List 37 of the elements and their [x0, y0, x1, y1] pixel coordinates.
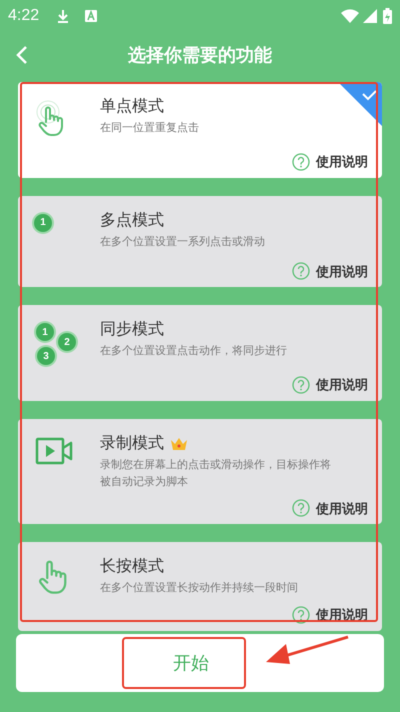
mode-title: 录制模式: [100, 434, 164, 454]
signal-icon: [363, 9, 377, 23]
mode-card[interactable]: 录制模式 录制您在屏幕上的点击或滑动操作，目标操作将被自动记录为脚本 使用说明: [18, 418, 382, 524]
mode-description: 在同一位置重复点击: [100, 120, 200, 136]
video-camera-icon: [35, 436, 73, 464]
battery-icon: [383, 8, 392, 24]
mode-description: 在多个位置设置点击动作，将同步进行: [100, 344, 288, 359]
mode-description: 在多个位置设置一系列点击或滑动: [100, 234, 266, 250]
mode-description: 在多个位置设置长按动作并持续一段时间: [100, 580, 299, 596]
wifi-icon: [341, 9, 359, 23]
app-notification-icon: [85, 10, 98, 22]
help-icon[interactable]: [292, 606, 310, 624]
back-icon[interactable]: [16, 45, 28, 65]
help-link[interactable]: 使用说明: [316, 262, 368, 281]
mode-card[interactable]: 1 2 3 同步模式 在多个位置设置点击动作，将同步进行 使用说明: [18, 305, 382, 400]
mode-title: 单点模式: [100, 96, 164, 117]
number-marker: 3: [37, 347, 55, 365]
help-link[interactable]: 使用说明: [316, 375, 368, 394]
mode-title: 多点模式: [100, 210, 164, 230]
mode-title: 长按模式: [100, 556, 164, 577]
mode-card[interactable]: 单点模式 在同一位置重复点击 使用说明: [18, 82, 382, 178]
help-icon[interactable]: [292, 262, 310, 280]
number-marker: 1: [36, 323, 54, 341]
help-icon[interactable]: [292, 152, 310, 171]
mode-title: 同步模式: [100, 320, 164, 340]
download-icon: [57, 9, 70, 23]
number-marker: 1: [34, 214, 52, 232]
mode-card[interactable]: 1 多点模式 在多个位置设置一系列点击或滑动 使用说明: [18, 196, 382, 287]
help-link[interactable]: 使用说明: [316, 152, 368, 172]
help-link[interactable]: 使用说明: [316, 498, 368, 518]
help-icon[interactable]: [292, 499, 310, 518]
number-marker: 2: [58, 333, 76, 351]
help-icon[interactable]: [292, 376, 310, 394]
status-time: 4:22: [8, 6, 40, 26]
page-title: 选择你需要的功能: [128, 44, 272, 66]
mode-description: 录制您在屏幕上的点击或滑动操作，目标操作将被自动记录为脚本: [100, 458, 332, 490]
selected-check-icon: [338, 82, 382, 126]
